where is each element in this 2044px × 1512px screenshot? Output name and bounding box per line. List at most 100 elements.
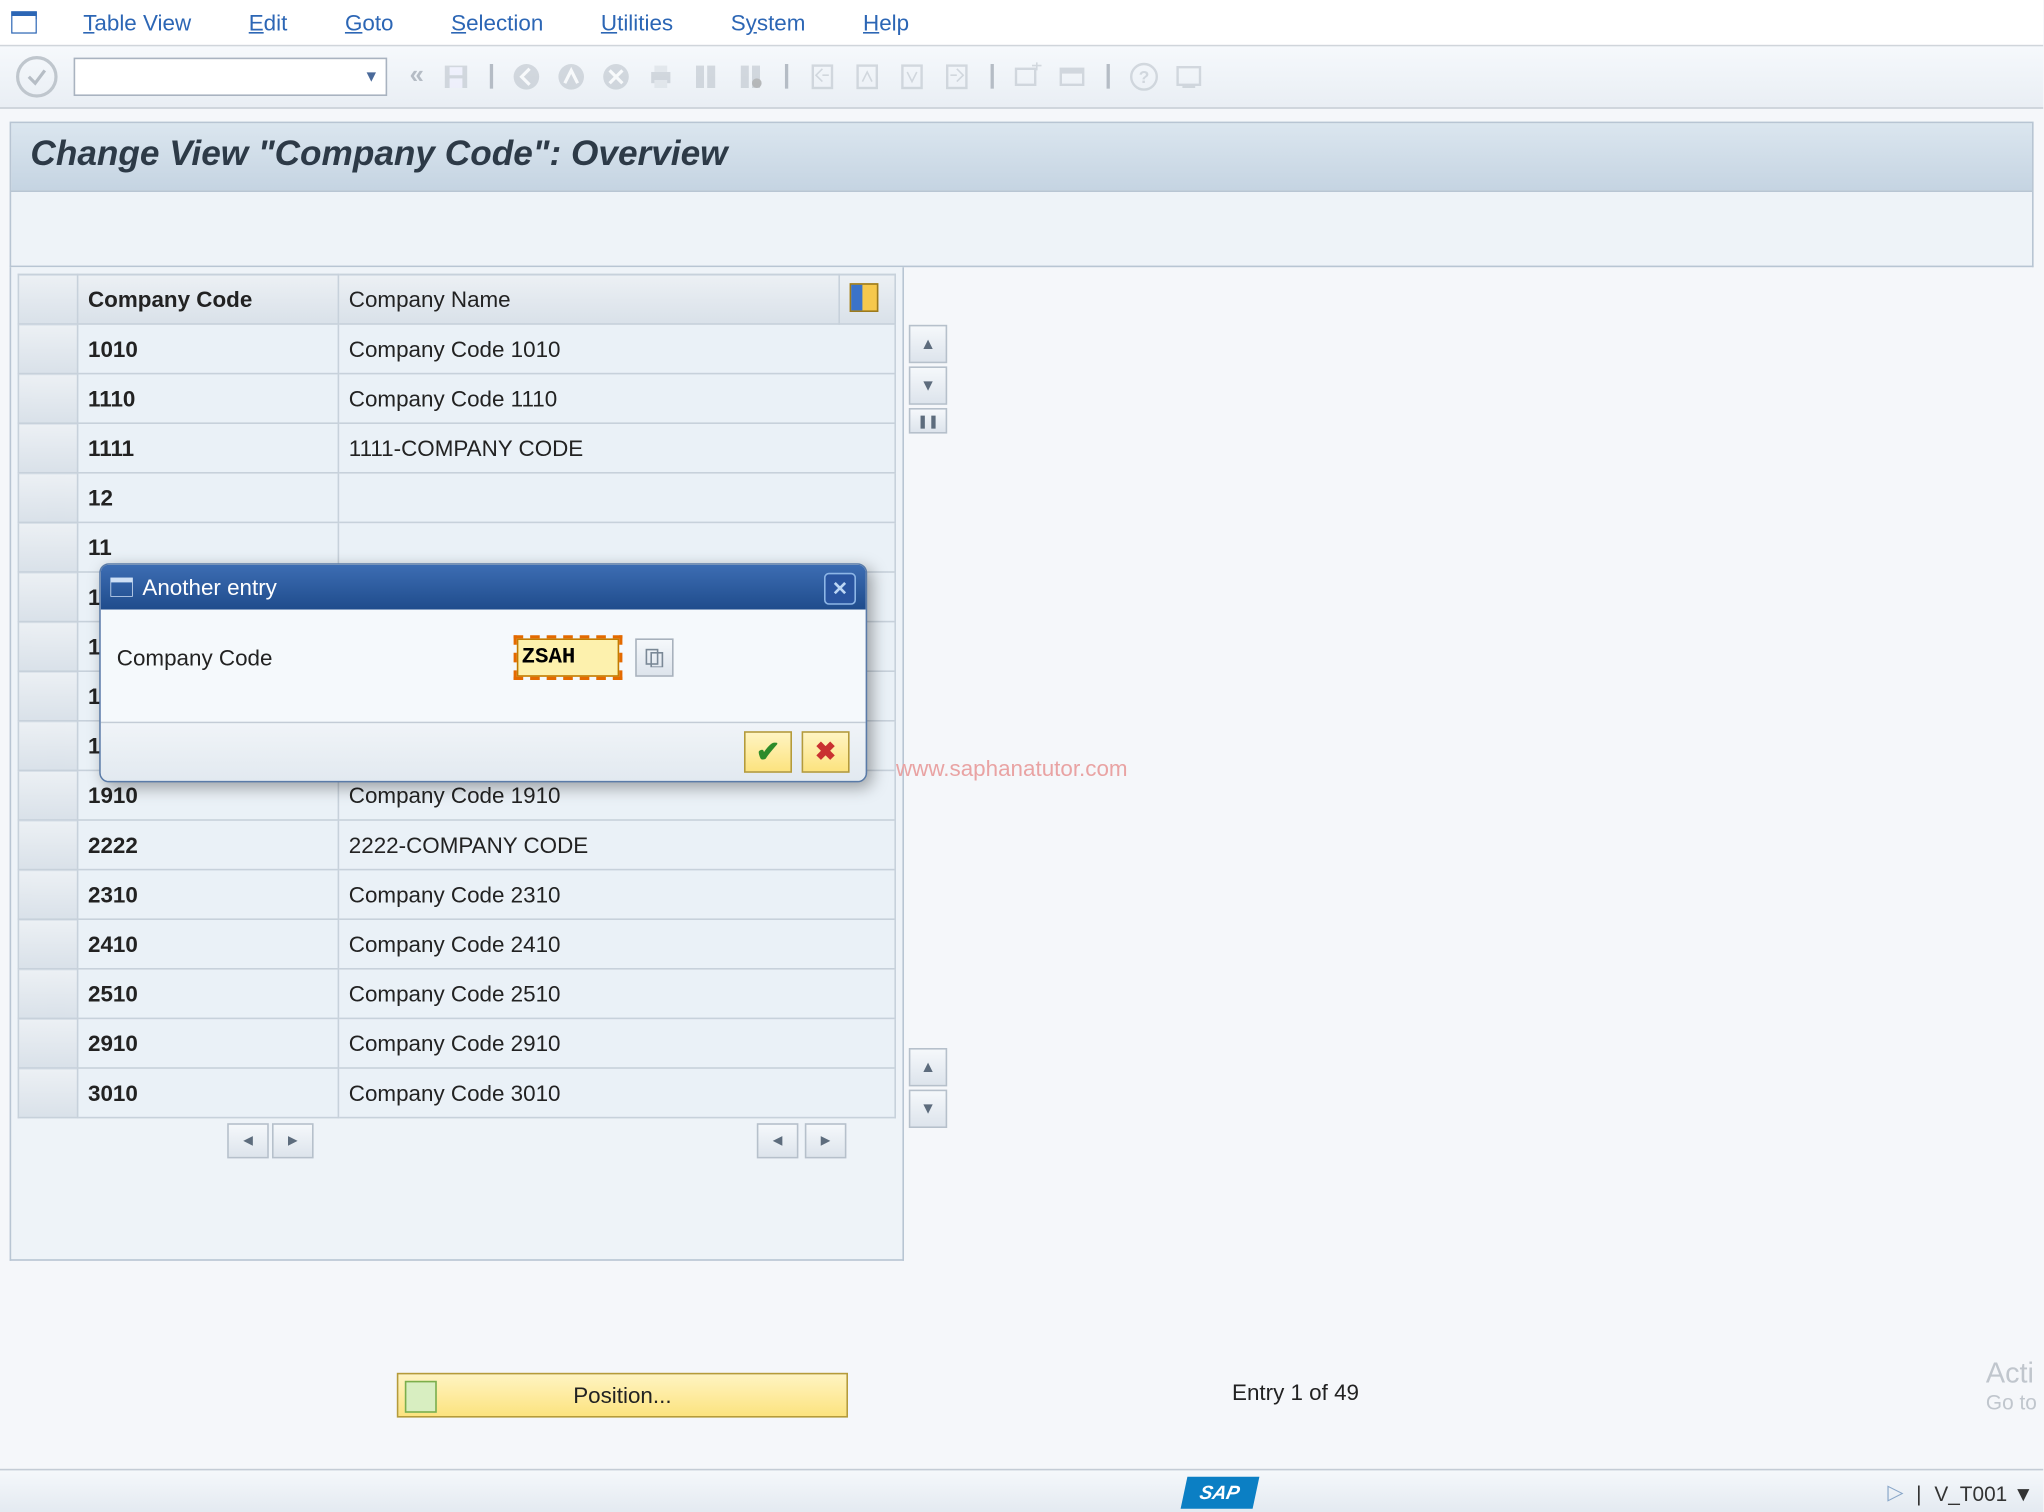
row-selector[interactable] bbox=[18, 820, 77, 870]
table-row[interactable]: 11111111-COMPANY CODE bbox=[18, 423, 895, 473]
row-selector[interactable] bbox=[18, 770, 77, 820]
cancel-icon[interactable] bbox=[597, 58, 635, 96]
position-button[interactable]: Position... bbox=[397, 1373, 848, 1418]
row-selector[interactable] bbox=[18, 1018, 77, 1068]
cell-company-name[interactable]: 1111-COMPANY CODE bbox=[338, 423, 895, 473]
position-icon bbox=[405, 1381, 437, 1413]
scroll-up2-icon[interactable]: ▲ bbox=[909, 1048, 947, 1086]
hscroll-right-icon[interactable]: ► bbox=[272, 1123, 314, 1158]
cell-company-name[interactable] bbox=[338, 473, 895, 523]
row-selector[interactable] bbox=[18, 919, 77, 969]
dialog-ok-button[interactable]: ✔ bbox=[744, 731, 792, 773]
row-selector[interactable] bbox=[18, 572, 77, 622]
cell-company-code[interactable]: 2310 bbox=[78, 870, 339, 920]
table-row[interactable]: 2310Company Code 2310 bbox=[18, 870, 895, 920]
scroll-up-icon[interactable]: ▲ bbox=[909, 325, 947, 363]
cell-company-name[interactable]: Company Code 1110 bbox=[338, 374, 895, 424]
cell-company-name[interactable]: Company Code 2910 bbox=[338, 1018, 895, 1068]
find-next-icon[interactable] bbox=[732, 58, 770, 96]
toolbar-separator-d: | bbox=[989, 62, 996, 91]
table-row[interactable]: 2410Company Code 2410 bbox=[18, 919, 895, 969]
save-icon[interactable] bbox=[437, 58, 475, 96]
find-icon[interactable] bbox=[687, 58, 725, 96]
prev-page-icon[interactable] bbox=[848, 58, 886, 96]
column-config-button[interactable] bbox=[839, 274, 895, 324]
dialog-close-button[interactable]: ✕ bbox=[824, 573, 856, 605]
row-selector[interactable] bbox=[18, 324, 77, 374]
dialog-cancel-button[interactable]: ✖ bbox=[802, 731, 850, 773]
new-session-icon[interactable] bbox=[1009, 58, 1047, 96]
cell-company-code[interactable]: 1111 bbox=[78, 423, 339, 473]
company-code-input[interactable] bbox=[517, 638, 619, 676]
cell-company-name[interactable]: Company Code 1010 bbox=[338, 324, 895, 374]
menu-bar: Table View Edit Goto Selection Utilities… bbox=[0, 0, 2043, 46]
row-selector[interactable] bbox=[18, 473, 77, 523]
menu-help[interactable]: Help bbox=[834, 10, 938, 36]
next-page-icon[interactable] bbox=[893, 58, 931, 96]
cell-company-name[interactable]: Company Code 2310 bbox=[338, 870, 895, 920]
menu-table-view[interactable]: Table View bbox=[54, 10, 220, 36]
position-button-label: Position... bbox=[573, 1382, 671, 1408]
table-row[interactable]: 2910Company Code 2910 bbox=[18, 1018, 895, 1068]
table-row[interactable]: 1010Company Code 1010 bbox=[18, 324, 895, 374]
row-selector[interactable] bbox=[18, 671, 77, 721]
row-selector[interactable] bbox=[18, 870, 77, 920]
menu-selection[interactable]: Selection bbox=[422, 10, 572, 36]
help-icon[interactable]: ? bbox=[1125, 58, 1163, 96]
row-selector[interactable] bbox=[18, 522, 77, 572]
table-row[interactable]: 3010Company Code 3010 bbox=[18, 1068, 895, 1118]
status-transaction[interactable]: V_T001 ▼ bbox=[1934, 1481, 2033, 1505]
cell-company-name[interactable]: Company Code 2410 bbox=[338, 919, 895, 969]
column-header-name[interactable]: Company Name bbox=[338, 274, 839, 324]
row-selector[interactable] bbox=[18, 622, 77, 672]
scroll-down-icon[interactable]: ▼ bbox=[909, 366, 947, 404]
menu-edit[interactable]: Edit bbox=[220, 10, 316, 36]
back-icon[interactable] bbox=[508, 58, 546, 96]
cell-company-code[interactable]: 2910 bbox=[78, 1018, 339, 1068]
row-selector[interactable] bbox=[18, 721, 77, 771]
value-help-button[interactable] bbox=[635, 638, 673, 676]
cell-company-code[interactable]: 2410 bbox=[78, 919, 339, 969]
cell-company-code[interactable]: 3010 bbox=[78, 1068, 339, 1118]
first-page-icon[interactable] bbox=[803, 58, 841, 96]
toolbar-separator: « bbox=[410, 62, 424, 91]
status-expand-icon[interactable]: ▷ bbox=[1887, 1480, 1903, 1506]
print-icon[interactable] bbox=[642, 58, 680, 96]
windows-activation-hint: Acti Go to bbox=[1986, 1357, 2037, 1415]
table-row[interactable]: 2510Company Code 2510 bbox=[18, 969, 895, 1019]
cell-company-name[interactable]: 2222-COMPANY CODE bbox=[338, 820, 895, 870]
table-row[interactable]: 22222222-COMPANY CODE bbox=[18, 820, 895, 870]
command-field[interactable]: ▼ bbox=[74, 58, 388, 96]
dialog-title-bar[interactable]: Another entry ✕ bbox=[101, 565, 866, 610]
cell-company-code[interactable]: 2510 bbox=[78, 969, 339, 1019]
column-header-code[interactable]: Company Code bbox=[78, 274, 339, 324]
layout-icon[interactable] bbox=[1169, 58, 1207, 96]
cell-company-code[interactable]: 1110 bbox=[78, 374, 339, 424]
table-row[interactable]: 1110Company Code 1110 bbox=[18, 374, 895, 424]
menu-system[interactable]: System bbox=[702, 10, 834, 36]
cell-company-code[interactable]: 12 bbox=[78, 473, 339, 523]
row-selector[interactable] bbox=[18, 969, 77, 1019]
table-row[interactable]: 12 bbox=[18, 473, 895, 523]
menu-goto[interactable]: Goto bbox=[316, 10, 422, 36]
enter-icon[interactable] bbox=[16, 56, 58, 98]
cell-company-code[interactable]: 1010 bbox=[78, 324, 339, 374]
row-selector[interactable] bbox=[18, 374, 77, 424]
select-all-header[interactable] bbox=[18, 274, 77, 324]
shortcut-icon[interactable] bbox=[1053, 58, 1091, 96]
hscroll-left-icon[interactable]: ◄ bbox=[227, 1123, 269, 1158]
menu-utilities[interactable]: Utilities bbox=[572, 10, 702, 36]
row-selector[interactable] bbox=[18, 1068, 77, 1118]
cell-company-name[interactable]: Company Code 3010 bbox=[338, 1068, 895, 1118]
row-selector[interactable] bbox=[18, 423, 77, 473]
scroll-down2-icon[interactable]: ▼ bbox=[909, 1090, 947, 1128]
menu-window-icon[interactable] bbox=[10, 10, 39, 36]
last-page-icon[interactable] bbox=[937, 58, 975, 96]
toolbar-separator-b: | bbox=[488, 62, 495, 91]
exit-icon[interactable] bbox=[553, 58, 591, 96]
hscroll-left2-icon[interactable]: ◄ bbox=[757, 1123, 799, 1158]
cell-company-name[interactable]: Company Code 2510 bbox=[338, 969, 895, 1019]
scroll-thumb[interactable]: ❚❚ bbox=[909, 408, 947, 434]
cell-company-code[interactable]: 2222 bbox=[78, 820, 339, 870]
hscroll-right2-icon[interactable]: ► bbox=[805, 1123, 847, 1158]
